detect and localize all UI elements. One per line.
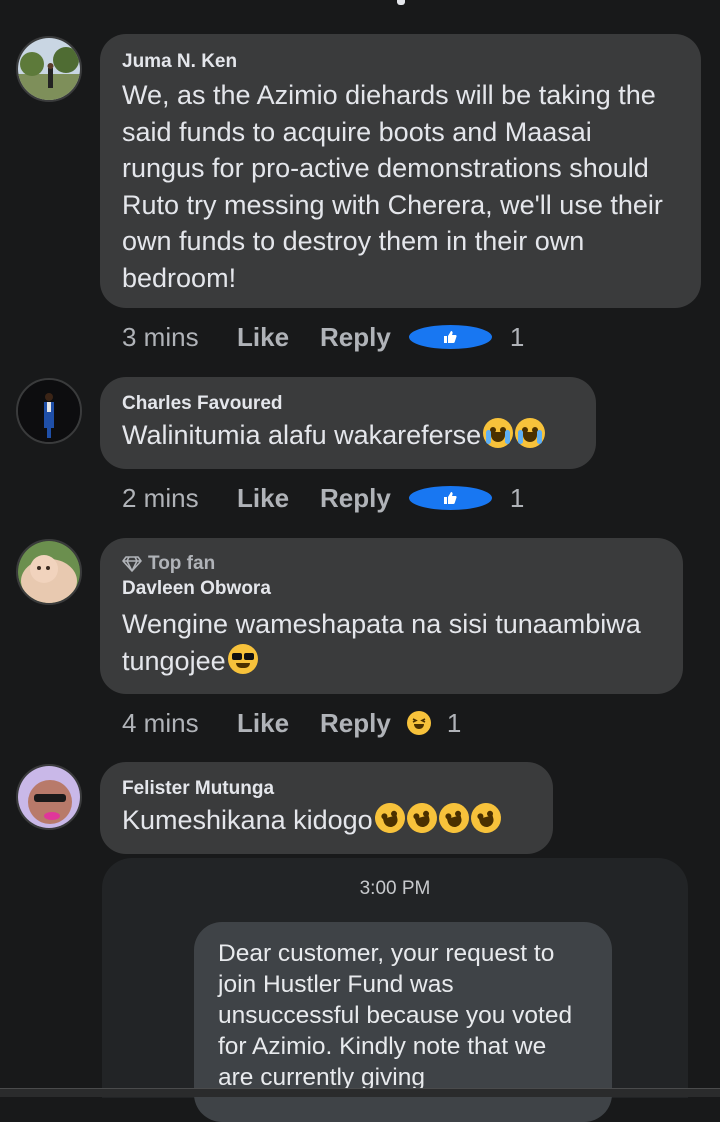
top-fan-badge: Top fan [122, 552, 661, 576]
like-icon[interactable] [406, 484, 494, 512]
rolling-laughing-icon [467, 799, 505, 837]
comment-text: We, as the Azimio diehards will be takin… [122, 80, 663, 293]
top-fan-label: Top fan [148, 553, 216, 574]
comment-text: Kumeshikana kidogo [122, 799, 531, 839]
comment-time[interactable]: 4 mins [122, 708, 237, 739]
like-button[interactable]: Like [237, 483, 320, 514]
comment-author[interactable]: Davleen Obwora [122, 576, 661, 602]
reaction-count: 1 [509, 321, 525, 352]
comment-actions: 3 mins Like Reply 1 [122, 317, 524, 357]
sms-timestamp: 3:00 PM [359, 878, 431, 899]
comment-actions: 4 mins Like Reply 1 [122, 703, 461, 743]
comment-author[interactable]: Felister Mutunga [122, 776, 531, 802]
comment-time[interactable]: 2 mins [122, 483, 237, 514]
avatar[interactable] [16, 36, 82, 102]
attached-image[interactable]: 3:00 PM Dear customer, your request to j… [102, 858, 688, 1122]
comment-bubble[interactable]: Charles Favoured Walinitumia alafu wakar… [100, 377, 596, 469]
comment-text-content: Walinitumia alafu wakareferse [122, 420, 482, 450]
comment-text-content: Kumeshikana kidogo [122, 805, 373, 835]
comment-bubble[interactable]: Juma N. Ken We, as the Azimio diehards w… [100, 34, 701, 308]
reply-button[interactable]: Reply [320, 483, 391, 514]
avatar[interactable] [16, 764, 82, 830]
crying-face-icon [483, 418, 514, 448]
comment-time[interactable]: 3 mins [122, 322, 237, 353]
comment-author[interactable]: Charles Favoured [122, 391, 574, 417]
avatar[interactable] [16, 378, 82, 444]
like-button[interactable]: Like [237, 708, 320, 739]
comment-text-content: Wengine wameshapata na sisi tunaambiwa t… [122, 609, 641, 676]
like-button[interactable]: Like [237, 322, 320, 353]
comment-actions: 2 mins Like Reply 1 [122, 478, 524, 518]
haha-icon[interactable] [406, 711, 431, 735]
cut-off-character [397, 0, 405, 5]
crying-face-icon [515, 418, 546, 448]
rolling-laughing-icon [371, 799, 409, 837]
comment-text: Walinitumia alafu wakareferse [122, 417, 574, 454]
reply-button[interactable]: Reply [320, 322, 391, 353]
like-icon[interactable] [406, 323, 494, 351]
sunglasses-face-icon [227, 643, 258, 674]
reply-button[interactable]: Reply [320, 708, 391, 739]
diamond-icon [122, 556, 142, 572]
rolling-laughing-icon [403, 799, 441, 837]
reaction-count: 1 [509, 482, 525, 513]
avatar[interactable] [16, 539, 82, 605]
reaction-count: 1 [446, 707, 462, 738]
comment-text: Wengine wameshapata na sisi tunaambiwa t… [122, 606, 661, 679]
comment-bubble[interactable]: Top fan Davleen Obwora Wengine wameshapa… [100, 538, 683, 694]
rolling-laughing-icon [435, 799, 473, 837]
comment-bubble[interactable]: Felister Mutunga Kumeshikana kidogo [100, 762, 553, 854]
comment-author[interactable]: Juma N. Ken [122, 49, 679, 75]
